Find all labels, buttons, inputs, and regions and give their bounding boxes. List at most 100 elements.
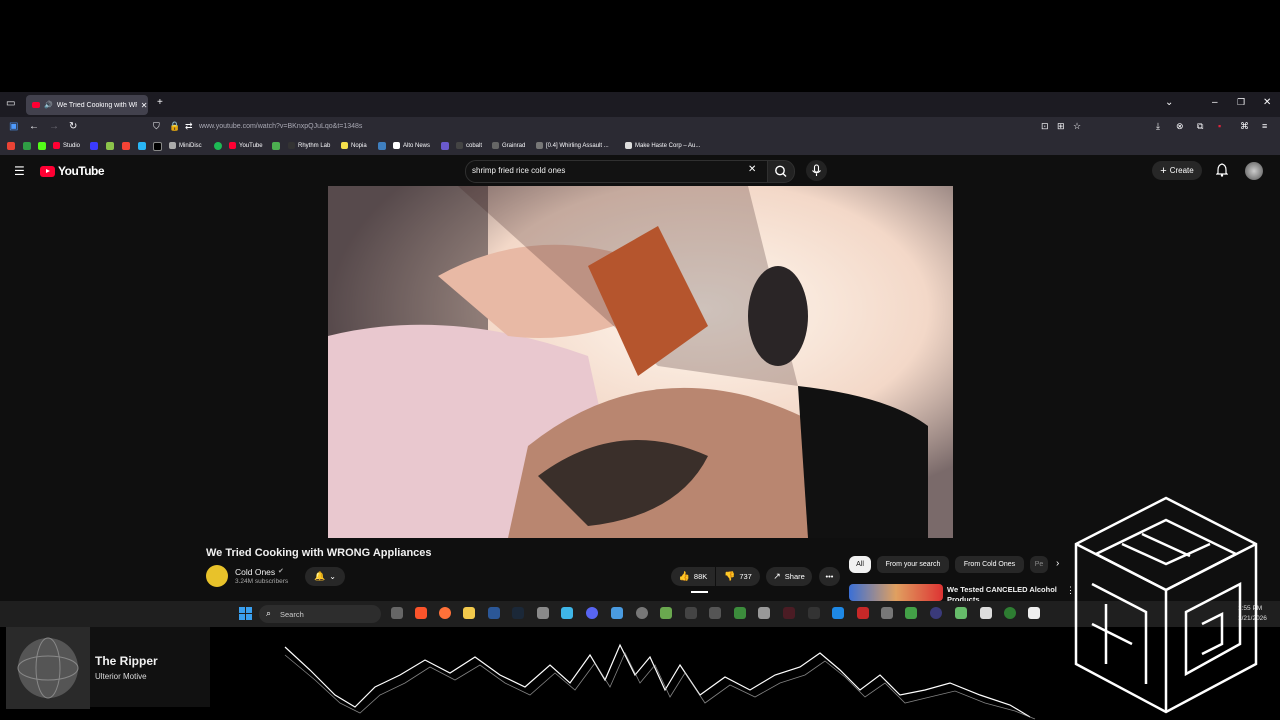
shield-icon[interactable]: ⛉ [153, 121, 160, 132]
share-button[interactable]: ↗ Share [766, 567, 812, 586]
account-avatar[interactable] [1245, 162, 1263, 180]
app-icon[interactable] [905, 607, 917, 619]
phone-icon[interactable] [23, 142, 31, 150]
app-icon[interactable] [783, 607, 795, 619]
menu-icon[interactable]: ≡ [1262, 121, 1267, 131]
reader-icon[interactable]: ⊞ [1057, 121, 1065, 132]
url-field[interactable]: www.youtube.com/watch?v=BKnxpQJuLqo&t=13… [199, 123, 362, 130]
create-button[interactable]: + Create [1152, 161, 1202, 180]
windows-start-icon[interactable] [239, 607, 252, 625]
steam-icon[interactable] [512, 607, 524, 619]
subscribed-button[interactable]: 🔔 ⌄ [305, 567, 345, 586]
app-icon[interactable] [611, 607, 623, 619]
app-icon[interactable] [734, 607, 746, 619]
app-icon[interactable] [808, 607, 820, 619]
app-icon[interactable] [955, 607, 967, 619]
browser-tab[interactable]: 🔊 We Tried Cooking with WRO ✕ [26, 95, 148, 115]
bookmark-whirling-assault[interactable]: [0.4] Whirling Assault ... [536, 142, 609, 149]
task-view-icon[interactable] [391, 607, 403, 619]
extensions-icon[interactable]: ⧉ [1197, 121, 1203, 132]
notifications-bell-icon[interactable] [1215, 163, 1229, 182]
spotify-icon[interactable] [214, 142, 222, 150]
translate-icon[interactable]: ⊡ [1041, 121, 1049, 132]
close-tab-icon[interactable]: ✕ [141, 101, 148, 110]
back-icon[interactable]: ← [29, 121, 39, 132]
chip-more[interactable]: Pe [1030, 556, 1048, 573]
search-input[interactable]: shrimp fried rice cold ones [472, 166, 565, 175]
clear-search-icon[interactable]: ✕ [748, 164, 756, 175]
app-icon[interactable] [685, 607, 697, 619]
video-player[interactable] [328, 186, 953, 538]
bookmark-alto-news[interactable]: Alto News [393, 142, 430, 149]
app-icon[interactable] [1004, 607, 1016, 619]
chip-all[interactable]: All [849, 556, 871, 573]
speaker-icon[interactable]: 🔊 [44, 101, 53, 109]
app-icon[interactable] [832, 607, 844, 619]
firefox-icon[interactable] [439, 607, 451, 619]
app-icon[interactable] [709, 607, 721, 619]
bookmark-icon[interactable] [378, 142, 386, 150]
chevron-right-icon[interactable]: › [1056, 558, 1059, 569]
bookmark-icon[interactable] [441, 142, 449, 150]
app-icon[interactable] [930, 607, 942, 619]
extension-badge-icon[interactable]: ▪ [1218, 121, 1221, 131]
minimize-icon[interactable]: – [1212, 97, 1218, 108]
bookmark-star-icon[interactable]: ☆ [1073, 121, 1081, 132]
app-icon[interactable] [857, 607, 869, 619]
restore-icon[interactable]: ❐ [1237, 97, 1245, 108]
forward-icon[interactable]: → [49, 121, 59, 132]
bookmark-minidisc[interactable]: MiniDisc [169, 142, 202, 149]
app-icon[interactable] [1028, 607, 1040, 619]
vpn-icon[interactable]: ⌘ [1240, 121, 1249, 132]
app-icon[interactable] [980, 607, 992, 619]
sidebar-icon[interactable]: ▣ [9, 121, 18, 132]
app-icon[interactable] [660, 607, 672, 619]
brave-icon[interactable] [415, 607, 427, 619]
bookmark-icon[interactable] [272, 142, 280, 150]
bookmark-studio[interactable]: Studio [53, 142, 80, 149]
bookmark-icon[interactable] [90, 142, 98, 150]
more-actions-button[interactable]: ••• [819, 567, 840, 586]
bookmark-cobalt[interactable]: cobalt [456, 142, 482, 149]
recommended-thumbnail[interactable] [849, 584, 943, 601]
permissions-icon[interactable]: ⇄ [185, 121, 193, 132]
recommended-title[interactable]: We Tested CANCELED Alcohol [947, 585, 1057, 594]
youtube-logo[interactable]: YouTube [40, 164, 105, 178]
channel-name[interactable]: Cold Ones [235, 567, 275, 577]
voice-search-button[interactable] [806, 160, 827, 181]
bookmark-make-haste[interactable]: Make Haste Corp – Au... [625, 142, 700, 149]
discord-icon[interactable] [586, 607, 598, 619]
file-explorer-icon[interactable] [463, 607, 475, 619]
tab-list-icon[interactable]: ▭ [6, 98, 15, 109]
hamburger-menu-icon[interactable]: ☰ [14, 164, 25, 178]
app-icon[interactable] [881, 607, 893, 619]
reload-icon[interactable]: ↻ [69, 121, 77, 132]
app-icon[interactable] [488, 607, 500, 619]
bookmark-icon[interactable] [122, 142, 130, 150]
kick-icon[interactable] [38, 142, 46, 150]
app-icon[interactable] [537, 607, 549, 619]
bookmark-youtube[interactable]: YouTube [229, 142, 263, 149]
bookmark-icon[interactable] [106, 142, 114, 150]
taskbar-search[interactable]: ⌕ Search [259, 605, 381, 623]
app-icon[interactable] [561, 607, 573, 619]
chip-from-channel[interactable]: From Cold Ones [955, 556, 1024, 573]
channel-avatar[interactable] [206, 565, 228, 587]
ublock-icon[interactable]: ⊗ [1176, 121, 1184, 132]
bookmark-rhythm-lab[interactable]: Rhythm Lab [288, 142, 330, 149]
chevron-down-icon[interactable]: ⌄ [1165, 97, 1173, 108]
gmail-icon[interactable] [7, 142, 15, 150]
bookmark-grainrad[interactable]: Grainrad [492, 142, 525, 149]
app-icon[interactable] [636, 607, 648, 619]
chip-from-your-search[interactable]: From your search [877, 556, 949, 573]
download-icon[interactable]: ⤓ [1156, 121, 1160, 132]
close-window-icon[interactable]: ✕ [1263, 97, 1271, 108]
new-tab-icon[interactable]: + [157, 97, 163, 108]
bookmark-nopia[interactable]: Nopia [341, 142, 367, 149]
bookmark-icon[interactable] [138, 142, 146, 150]
bookmark-x[interactable] [153, 142, 165, 151]
dislike-button[interactable]: 👎 737 [716, 567, 760, 586]
app-icon[interactable] [758, 607, 770, 619]
lock-icon[interactable]: 🔒 [169, 121, 180, 132]
search-button[interactable] [767, 160, 795, 183]
